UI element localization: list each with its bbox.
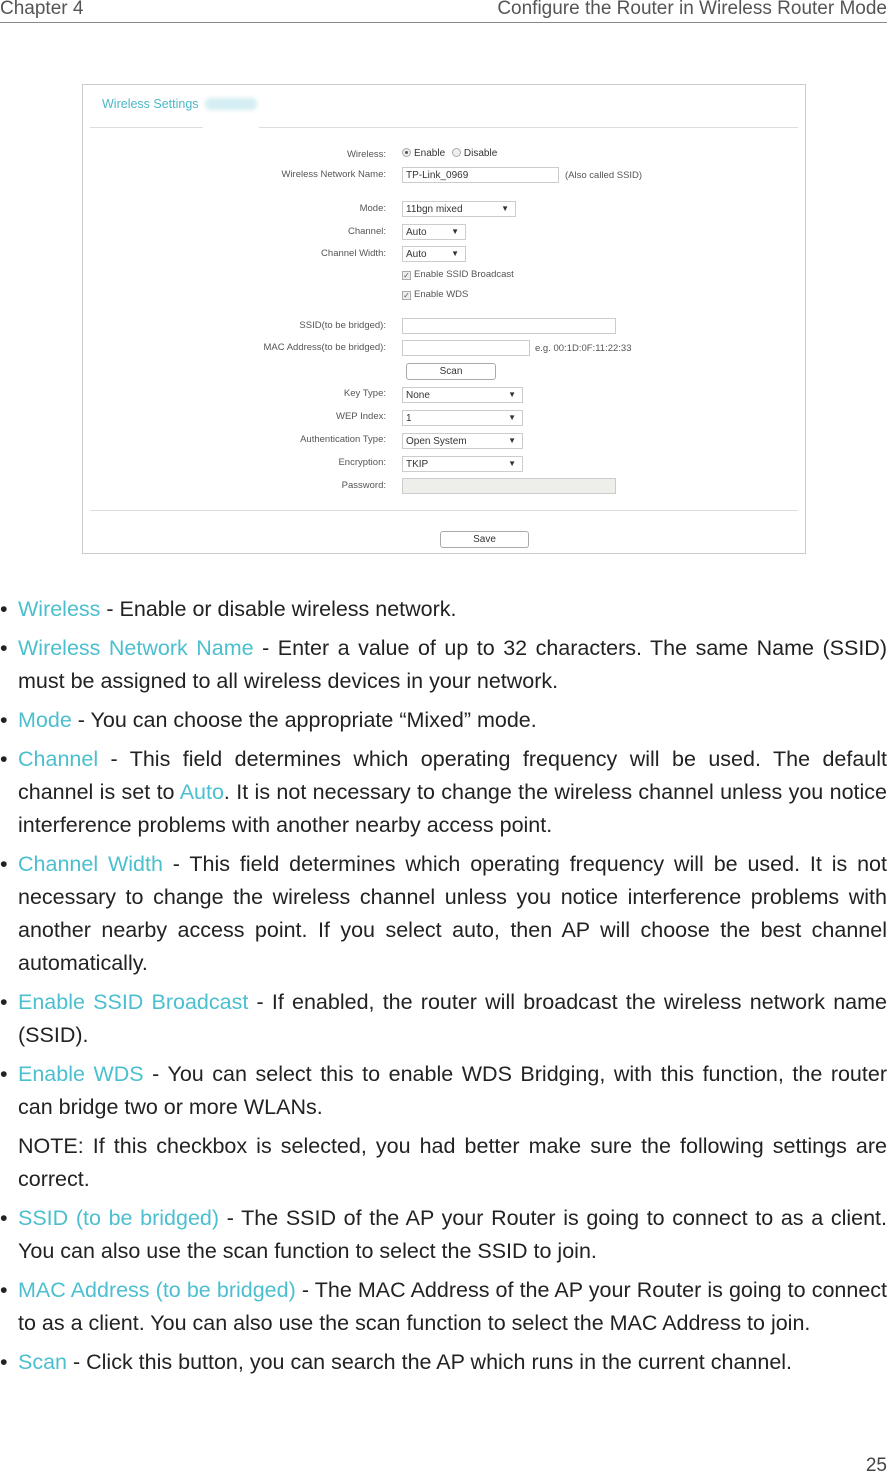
list-item: Channel - This field determines which op… [0,743,887,842]
ssid-broadcast-label: Enable SSID Broadcast [414,269,514,280]
divider [90,510,798,511]
wireless-label: Wireless: [346,149,386,160]
term: Wireless [18,597,101,621]
term: Enable SSID Broadcast [18,990,249,1014]
list-item: Wireless - Enable or disable wireless ne… [0,593,887,626]
term: Channel [18,747,99,771]
term: SSID (to be bridged) [18,1206,220,1230]
password-input[interactable] [402,478,616,494]
panel-title: Wireless Settings [102,97,199,111]
wep-index-select[interactable]: 1 ▼ [402,410,523,426]
channel-select[interactable]: Auto ▼ [402,224,466,240]
tab-gap [203,126,259,129]
disable-radio[interactable]: Disable [451,148,498,159]
auth-type-value: Open System [406,436,467,447]
network-name-label: Wireless Network Name: [281,169,386,180]
key-type-select[interactable]: None ▼ [402,387,523,403]
term: Auto [179,780,224,804]
password-label: Password: [341,480,386,491]
chapter-label: Chapter 4 [0,0,84,19]
radio-icon [402,148,411,157]
ssid-bridged-label: SSID(to be bridged): [299,320,386,331]
checkmark-icon: ✓ [402,291,411,300]
enable-label: Enable [414,148,446,159]
list-item: Wireless Network Name - Enter a value of… [0,632,887,698]
disable-label: Disable [463,148,498,159]
channel-width-value: Auto [406,249,427,260]
term: Scan [18,1350,68,1374]
wds-checkbox[interactable]: ✓ Enable WDS [402,289,468,300]
key-type-label: Key Type: [343,388,386,399]
dropdown-arrow-icon: ▼ [451,249,459,258]
ssid-bridged-input[interactable] [402,318,616,334]
term: Wireless Network Name [18,636,254,660]
wds-label: Enable WDS [414,289,469,300]
list-item: Channel Width - This field determines wh… [0,848,887,980]
description: - Enable or disable wireless network. [100,597,457,621]
ssid-hint: (Also called SSID) [565,170,643,181]
term: MAC Address (to be bridged) [18,1278,296,1302]
page-header: Chapter 4 Configure the Router in Wirele… [0,0,887,23]
auth-type-label: Authentication Type: [300,434,386,445]
field-descriptions: Wireless - Enable or disable wireless ne… [0,593,887,1385]
list-item: Scan - Click this button, you can search… [0,1346,887,1379]
dropdown-arrow-icon: ▼ [508,413,516,422]
auth-type-select[interactable]: Open System ▼ [402,433,523,449]
dropdown-arrow-icon: ▼ [508,390,516,399]
term: Channel Width [18,852,163,876]
dropdown-arrow-icon: ▼ [501,204,509,213]
radio-icon [451,148,461,157]
list-item: Enable WDS - You can select this to enab… [0,1058,887,1124]
list-item: Mode - You can choose the appropriate “M… [0,704,887,737]
description: - Click this button, you can search the … [67,1350,793,1374]
term: Enable WDS [18,1062,144,1086]
mode-select[interactable]: 11bgn mixed ▼ [402,201,516,217]
divider [90,127,798,128]
mac-input[interactable] [402,340,530,356]
ssid-broadcast-checkbox[interactable]: ✓ Enable SSID Broadcast [402,269,514,280]
key-type-value: None [406,390,430,401]
description: - You can choose the appropriate “Mixed”… [71,708,537,732]
dropdown-arrow-icon: ▼ [451,227,459,236]
term: Mode [18,708,72,732]
dropdown-arrow-icon: ▼ [508,436,516,445]
mode-label: Mode: [359,203,386,214]
encryption-value: TKIP [406,459,429,470]
blurred-band-label [205,98,257,110]
mac-label: MAC Address(to be bridged): [263,342,386,353]
checkmark-icon: ✓ [402,271,411,280]
channel-label: Channel: [347,226,386,237]
encryption-label: Encryption: [338,457,386,468]
list-item: MAC Address (to be bridged) - The MAC Ad… [0,1274,887,1340]
mac-hint: e.g. 00:1D:0F:11:22:33 [535,343,632,354]
wireless-settings-screenshot: Wireless Settings Wireless: Enable Disab… [82,84,806,554]
channel-width-select[interactable]: Auto ▼ [402,246,466,262]
description: - You can select this to enable WDS Brid… [18,1062,887,1119]
encryption-select[interactable]: TKIP ▼ [402,456,523,472]
scan-button[interactable]: Scan [406,363,496,380]
channel-value: Auto [406,227,427,238]
network-name-input[interactable]: TP-Link_0969 [402,167,559,183]
section-title: Configure the Router in Wireless Router … [497,0,887,19]
list-item: Enable SSID Broadcast - If enabled, the … [0,986,887,1052]
channel-width-label: Channel Width: [321,248,386,259]
note: NOTE: If this checkbox is selected, you … [18,1134,887,1191]
page-number: 25 [865,1455,887,1476]
save-button[interactable]: Save [440,531,529,548]
dropdown-arrow-icon: ▼ [508,459,516,468]
list-item: SSID (to be bridged) - The SSID of the A… [0,1202,887,1268]
enable-radio[interactable]: Enable [402,148,445,159]
wep-index-value: 1 [406,413,412,424]
wep-index-label: WEP Index: [336,411,386,422]
mode-value: 11bgn mixed [406,204,463,215]
wireless-radio-group: Enable Disable [402,148,497,159]
